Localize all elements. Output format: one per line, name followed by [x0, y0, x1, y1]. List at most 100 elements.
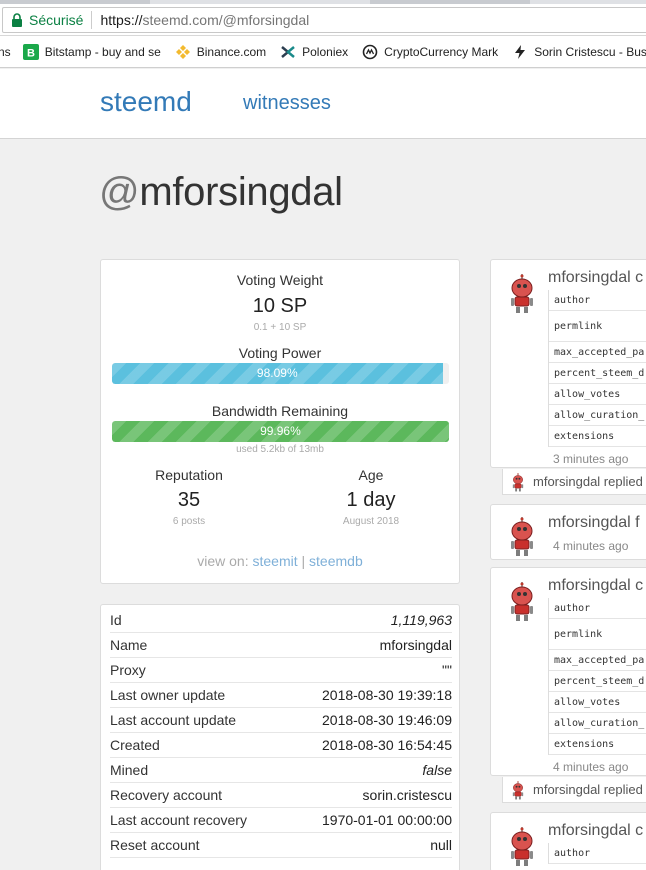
- poloniex-icon: [281, 45, 295, 58]
- row-key: Id: [110, 612, 122, 628]
- row-key: Last owner update: [110, 687, 226, 703]
- page-title-name: mforsingdal: [139, 170, 343, 214]
- op-key: permlink: [549, 311, 646, 342]
- reputation-label: Reputation: [155, 467, 223, 483]
- op-key: extensions: [549, 734, 646, 755]
- table-row: Id 1,119,963: [110, 608, 452, 633]
- op-key: max_accepted_pa: [549, 650, 646, 671]
- age-value: 1 day: [346, 489, 396, 511]
- op-key: percent_steem_d: [549, 671, 646, 692]
- row-value: false: [422, 762, 452, 778]
- voting-weight-label: Voting Weight: [236, 272, 324, 288]
- table-row: Proxy "": [110, 658, 452, 683]
- robot-avatar-icon: [510, 517, 534, 557]
- secure-label: Sécurisé: [29, 12, 84, 28]
- bookmark-poloniex[interactable]: Poloniex: [280, 44, 348, 60]
- row-value: 2018-08-30 19:39:18: [322, 687, 452, 703]
- voting-power-bar: 98.09%: [112, 363, 449, 384]
- robot-avatar-icon: [510, 274, 534, 314]
- activity-timestamp[interactable]: 4 minutes ago: [553, 539, 628, 553]
- op-key: author: [549, 290, 646, 311]
- row-key: Mined: [110, 762, 149, 778]
- reply-item: mforsingdal replied: [502, 777, 646, 803]
- site-header: steemd witnesses: [0, 69, 646, 139]
- url-path: steemd.com/@mforsingdal: [142, 12, 310, 28]
- activity-item: mforsingdal c author: [490, 812, 646, 870]
- bookmark-bitstamp[interactable]: B Bitstamp - buy and se: [22, 43, 161, 60]
- age-detail: August 2018: [342, 516, 400, 527]
- reputation-detail: 6 posts: [172, 516, 206, 527]
- activity-timestamp[interactable]: 4 minutes ago: [553, 760, 628, 774]
- url-input[interactable]: Sécurisé https://steemd.com/@mforsingdal: [2, 7, 646, 33]
- voting-weight-detail: 0.1 + 10 SP: [253, 322, 307, 333]
- bookmark-label: Sorin Cristescu - Busy: [534, 44, 646, 59]
- row-key: Last account recovery: [110, 812, 247, 828]
- robot-avatar-icon: [512, 473, 524, 492]
- row-key: Recovery account: [110, 787, 223, 803]
- nav-witnesses-link[interactable]: witnesses: [243, 92, 331, 115]
- reply-text[interactable]: mforsingdal replied: [533, 782, 643, 797]
- link-divider: |: [301, 553, 306, 569]
- row-value: 1,119,963: [390, 612, 452, 628]
- operation-table: author permlink max_accepted_pa percent_…: [548, 598, 646, 755]
- table-row: Created 2018-08-30 16:54:45: [110, 733, 452, 758]
- activity-title[interactable]: mforsingdal c: [548, 822, 643, 840]
- site-logo[interactable]: steemd: [100, 86, 192, 118]
- table-row: Last account update 2018-08-30 19:46:09: [110, 708, 452, 733]
- reply-text[interactable]: mforsingdal replied: [533, 474, 643, 489]
- bookmark-label: Binance.com: [196, 44, 267, 59]
- svg-text:B: B: [27, 47, 35, 59]
- operation-table: author: [548, 843, 646, 864]
- bandwidth-detail: used 5.2kb of 13mb: [236, 444, 324, 455]
- table-row: Reset account null: [110, 833, 452, 858]
- activity-title[interactable]: mforsingdal c: [548, 577, 643, 595]
- bookmark-coinmarketcap[interactable]: CryptoCurrency Mark: [362, 44, 498, 60]
- bookmark-label: CryptoCurrency Mark: [384, 44, 499, 59]
- bookmark-binance[interactable]: Binance.com: [175, 44, 266, 60]
- bookmark-label: Bitstamp - buy and se: [44, 44, 161, 59]
- steemit-link[interactable]: steemit: [253, 553, 298, 569]
- table-row: Last account recovery 1970-01-01 00:00:00: [110, 808, 452, 833]
- activity-title[interactable]: mforsingdal c: [548, 269, 643, 287]
- activity-timestamp[interactable]: 3 minutes ago: [553, 452, 628, 466]
- row-value: 2018-08-30 19:46:09: [322, 712, 452, 728]
- robot-avatar-icon: [512, 781, 524, 800]
- bandwidth-bar: 99.96%: [112, 421, 449, 442]
- url-protocol: https://: [100, 12, 143, 28]
- bookmarks-bar: ns B Bitstamp - buy and se Binance.com P…: [0, 36, 646, 68]
- row-key: Reset account: [110, 837, 200, 853]
- omnibox-separator: [91, 11, 93, 29]
- steemdb-link[interactable]: steemdb: [309, 553, 363, 569]
- operation-table: author permlink max_accepted_pa percent_…: [548, 290, 646, 447]
- voting-power-fill: 98.09%: [112, 363, 443, 384]
- table-row: Name mforsingdal: [110, 633, 452, 658]
- row-value: "": [442, 662, 452, 678]
- activity-title[interactable]: mforsingdal f: [548, 514, 640, 532]
- bookmark-item[interactable]: ns: [0, 45, 11, 59]
- op-key: allow_curation_: [549, 713, 646, 734]
- op-key: allow_votes: [549, 692, 646, 713]
- row-value[interactable]: sorin.cristescu: [363, 787, 452, 803]
- voting-power-label: Voting Power: [238, 345, 322, 361]
- op-key: allow_curation_: [549, 405, 646, 426]
- row-key: Name: [110, 637, 148, 653]
- row-key: Last account update: [110, 712, 237, 728]
- activity-item: mforsingdal c author permlink max_accept…: [490, 567, 646, 776]
- row-value: 2018-08-30 16:54:45: [322, 737, 452, 753]
- activity-item: mforsingdal f 4 minutes ago: [490, 504, 646, 560]
- row-value: mforsingdal: [379, 637, 452, 653]
- robot-avatar-icon: [510, 827, 534, 867]
- bookmark-busy[interactable]: Sorin Cristescu - Busy: [512, 44, 646, 60]
- row-value: null: [430, 837, 452, 853]
- activity-item: mforsingdal c author permlink max_accept…: [490, 259, 646, 468]
- reputation-value: 35: [177, 489, 201, 511]
- row-value: 1970-01-01 00:00:00: [322, 812, 452, 828]
- coinmarketcap-icon: [362, 44, 378, 59]
- account-properties-table: Id 1,119,963 Name mforsingdal Proxy "" Last…: [100, 604, 460, 870]
- bookmark-label: Poloniex: [302, 44, 349, 59]
- age-label: Age: [358, 467, 384, 483]
- bandwidth-label: Bandwidth Remaining: [211, 403, 349, 419]
- page-title-at: @: [99, 170, 140, 214]
- table-row: Mined false: [110, 758, 452, 783]
- busy-icon: [515, 44, 526, 59]
